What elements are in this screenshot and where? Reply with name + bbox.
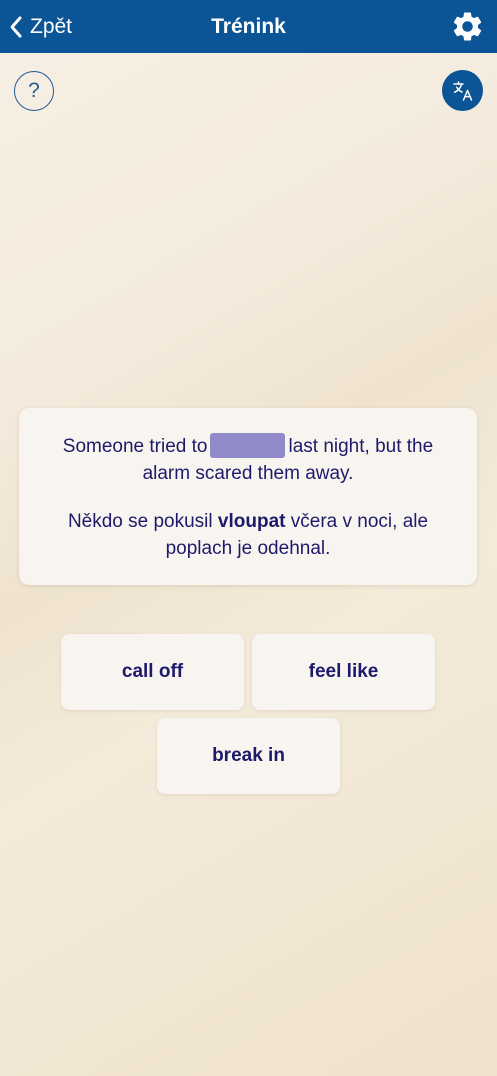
- english-sentence-start: Someone tried to: [62, 436, 208, 457]
- gear-icon[interactable]: [450, 9, 485, 44]
- czech-sentence-start: Někdo se pokusil: [67, 511, 213, 532]
- back-button[interactable]: Zpět: [8, 10, 72, 44]
- answer-blank: [210, 433, 286, 458]
- answer-option-label: call off: [121, 661, 184, 682]
- translate-button[interactable]: [442, 70, 483, 111]
- answer-option-call-off[interactable]: call off: [61, 634, 244, 710]
- answer-option-feel-like[interactable]: feel like: [252, 634, 435, 710]
- chevron-left-icon: [10, 16, 22, 38]
- translate-icon: [452, 80, 472, 101]
- czech-highlight-word: vloupat: [217, 511, 286, 532]
- help-button[interactable]: ?: [14, 71, 54, 111]
- english-sentence: Someone tried to last night, but the alar…: [39, 433, 457, 487]
- top-bar: Zpět Trénink: [0, 0, 497, 53]
- answer-option-label: break in: [212, 745, 285, 766]
- question-mark-icon: ?: [28, 79, 40, 102]
- answer-option-label: feel like: [308, 661, 379, 682]
- sentence-card: Someone tried to last night, but the alar…: [19, 408, 477, 585]
- back-label: Zpět: [30, 15, 73, 38]
- answer-option-break-in[interactable]: break in: [157, 718, 340, 794]
- page-title: Trénink: [211, 15, 286, 38]
- czech-sentence: Někdo se pokusil vloupat včera v noci, a…: [39, 508, 457, 562]
